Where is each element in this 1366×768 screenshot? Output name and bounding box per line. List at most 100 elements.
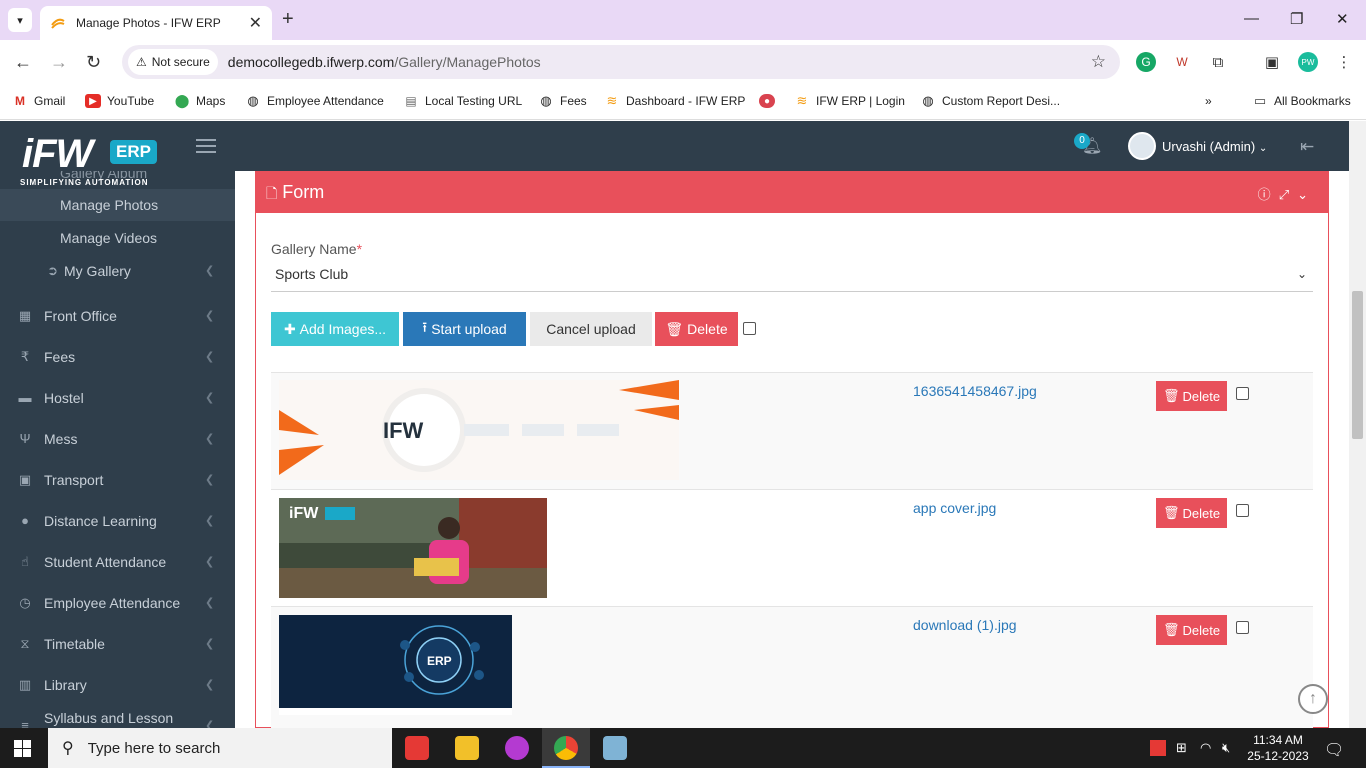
- anydesk-app-icon[interactable]: [405, 736, 429, 760]
- sidebar-item-front-office[interactable]: ▦ Front Office ❮: [0, 295, 235, 336]
- bookmark-local-testing[interactable]: ▤ Local Testing URL: [403, 94, 522, 108]
- notification-center-icon[interactable]: 🗨︎: [1324, 740, 1344, 760]
- collapse-chevron-icon[interactable]: ⌄: [1297, 187, 1316, 202]
- wps-office-icon[interactable]: [505, 736, 529, 760]
- bookmark-fees[interactable]: ◍ Fees: [538, 93, 586, 108]
- grammarly-extension-icon[interactable]: G: [1136, 52, 1156, 72]
- chrome-icon[interactable]: [554, 736, 578, 760]
- chevron-left-icon: ❮: [205, 392, 215, 404]
- delete-file-button[interactable]: 🗑︎ Delete: [1156, 615, 1227, 645]
- sidebar-item-timetable[interactable]: ⧖ Timetable ❮: [0, 623, 235, 664]
- bookmark-custom-report[interactable]: ◍ Custom Report Desi...: [920, 93, 1060, 108]
- scroll-to-top-button[interactable]: ↑: [1298, 684, 1328, 714]
- tab-search-button[interactable]: ▾: [8, 8, 32, 32]
- all-bookmarks-button[interactable]: ▭ All Bookmarks: [1252, 93, 1351, 108]
- file-name-link[interactable]: download (1).jpg: [913, 617, 1017, 633]
- sidebar-item-student-attendance[interactable]: ☝ Student Attendance ❮: [0, 541, 235, 582]
- youtube-icon: ▶: [85, 94, 101, 108]
- chevron-down-icon: ⌄: [1296, 267, 1307, 281]
- forward-button[interactable]: →: [50, 52, 68, 73]
- bus-icon: ▣: [18, 471, 32, 487]
- bookmark-dashboard[interactable]: ≋ Dashboard - IFW ERP: [604, 93, 746, 108]
- sidebar-item-mess[interactable]: Ψ Mess ❮: [0, 418, 235, 459]
- tab-close-icon[interactable]: ✕: [249, 13, 262, 33]
- profile-avatar-icon[interactable]: PW: [1298, 52, 1318, 72]
- file-name-link[interactable]: 1636541458467.jpg: [913, 383, 1037, 399]
- logout-icon[interactable]: ⇤: [1300, 137, 1314, 157]
- anydesk-tray-icon[interactable]: [1150, 740, 1166, 756]
- notes-app-icon[interactable]: [603, 736, 627, 760]
- restore-button[interactable]: ❐: [1290, 10, 1303, 28]
- windows-start-icon[interactable]: [14, 740, 31, 757]
- reload-button[interactable]: ↻: [86, 52, 101, 73]
- photo-thumbnail[interactable]: IFW: [279, 380, 679, 480]
- taskbar-search-box[interactable]: ⚲ Type here to search: [48, 728, 392, 768]
- new-tab-button[interactable]: +: [282, 8, 294, 31]
- file-name-link[interactable]: app cover.jpg: [913, 500, 996, 516]
- delete-file-button[interactable]: 🗑︎ Delete: [1156, 498, 1227, 528]
- file-select-checkbox[interactable]: [1236, 504, 1249, 517]
- bookmark-employee-attendance[interactable]: ◍ Employee Attendance: [245, 93, 383, 108]
- delete-all-button[interactable]: 🗑︎ Delete: [655, 312, 738, 346]
- sidebar-item-transport[interactable]: ▣ Transport ❮: [0, 459, 235, 500]
- svg-text:ERP: ERP: [427, 654, 452, 668]
- utensils-icon: Ψ: [19, 431, 31, 446]
- ifw-erp-logo[interactable]: iFW ERP SIMPLIFYING AUTOMATION: [18, 128, 168, 187]
- photo-thumbnail[interactable]: ERP: [279, 615, 512, 715]
- side-panel-icon[interactable]: ▣: [1262, 52, 1282, 72]
- sidebar-item-distance-learning[interactable]: ● Distance Learning ❮: [0, 500, 235, 541]
- select-all-checkbox[interactable]: [743, 322, 756, 335]
- wifi-icon[interactable]: ◠: [1200, 740, 1211, 756]
- back-button[interactable]: ←: [14, 52, 32, 73]
- expand-icon[interactable]: ⤢: [1279, 187, 1297, 202]
- file-explorer-icon[interactable]: [455, 736, 479, 760]
- trash-icon: 🗑︎: [665, 320, 684, 337]
- browser-menu-icon[interactable]: ⋮: [1334, 52, 1354, 72]
- taskbar-clock[interactable]: 11:34 AM 25-12-2023: [1244, 732, 1312, 764]
- tab-title: Manage Photos - IFW ERP: [76, 16, 221, 30]
- extensions-puzzle-icon[interactable]: ⧉: [1208, 52, 1228, 72]
- warning-icon: ⚠: [136, 55, 147, 69]
- sidebar-item-hostel[interactable]: ▬ Hostel ❮: [0, 377, 235, 418]
- network-tray-icon[interactable]: ⊞: [1176, 740, 1187, 756]
- info-icon[interactable]: ⓘ: [1258, 187, 1279, 202]
- browser-tab-strip: ▾ Manage Photos - IFW ERP ✕ + — ❐ ✕: [0, 0, 1366, 40]
- sidebar-item-employee-attendance[interactable]: ◷ Employee Attendance ❮: [0, 582, 235, 623]
- sidebar-item-library[interactable]: ▥ Library ❮: [0, 664, 235, 705]
- address-bar[interactable]: ⚠ Not secure democollegedb.ifwerp.com/Ga…: [122, 45, 1120, 79]
- user-menu[interactable]: Urvashi (Admin) ⌄: [1162, 139, 1267, 154]
- sidebar-item-manage-videos[interactable]: Manage Videos: [60, 230, 157, 246]
- add-images-button[interactable]: ✚ Add Images...: [271, 312, 399, 346]
- page-scrollbar[interactable]: [1349, 121, 1366, 728]
- volume-muted-icon[interactable]: 🔇︎: [1222, 740, 1230, 756]
- sidebar-item-manage-photos[interactable]: Manage Photos: [60, 197, 158, 213]
- delete-file-button[interactable]: 🗑︎ Delete: [1156, 381, 1227, 411]
- bookmark-ifw-login[interactable]: ≋ IFW ERP | Login: [794, 93, 905, 108]
- extension-icon[interactable]: W: [1172, 52, 1192, 72]
- bookmark-unnamed[interactable]: ●: [759, 94, 781, 108]
- photo-thumbnail[interactable]: iFW: [279, 498, 547, 598]
- cancel-upload-button[interactable]: Cancel upload: [530, 312, 652, 346]
- bookmark-gmail[interactable]: M Gmail: [12, 94, 65, 108]
- chevron-left-icon: ❮: [205, 679, 215, 691]
- close-window-button[interactable]: ✕: [1336, 10, 1349, 28]
- list-icon: ≡: [21, 718, 29, 728]
- sidebar-item-my-gallery[interactable]: ➲ My Gallery ❮: [0, 250, 235, 291]
- file-select-checkbox[interactable]: [1236, 621, 1249, 634]
- page-icon: ▤: [405, 94, 417, 108]
- gallery-name-select[interactable]: Sports Club ⌄: [271, 263, 1313, 292]
- bookmarks-overflow-icon[interactable]: »: [1205, 94, 1212, 108]
- file-select-checkbox[interactable]: [1236, 387, 1249, 400]
- minimize-button[interactable]: —: [1244, 10, 1259, 27]
- sidebar-item-syllabus[interactable]: ≡Syllabus and Lesson Plan❮: [0, 705, 235, 729]
- start-upload-button[interactable]: ⭱ Start upload: [403, 312, 526, 346]
- user-avatar[interactable]: [1128, 132, 1156, 160]
- bookmark-maps[interactable]: ⬤ Maps: [174, 93, 226, 108]
- scrollbar-thumb[interactable]: [1352, 291, 1363, 439]
- sidebar-item-fees[interactable]: ₹ Fees ❮: [0, 336, 235, 377]
- bookmark-youtube[interactable]: ▶ YouTube: [85, 94, 154, 108]
- menu-toggle-icon[interactable]: [196, 139, 216, 153]
- browser-tab-active[interactable]: Manage Photos - IFW ERP ✕: [40, 6, 272, 40]
- bookmark-star-icon[interactable]: ☆: [1091, 52, 1106, 72]
- site-info-chip[interactable]: ⚠ Not secure: [128, 49, 218, 75]
